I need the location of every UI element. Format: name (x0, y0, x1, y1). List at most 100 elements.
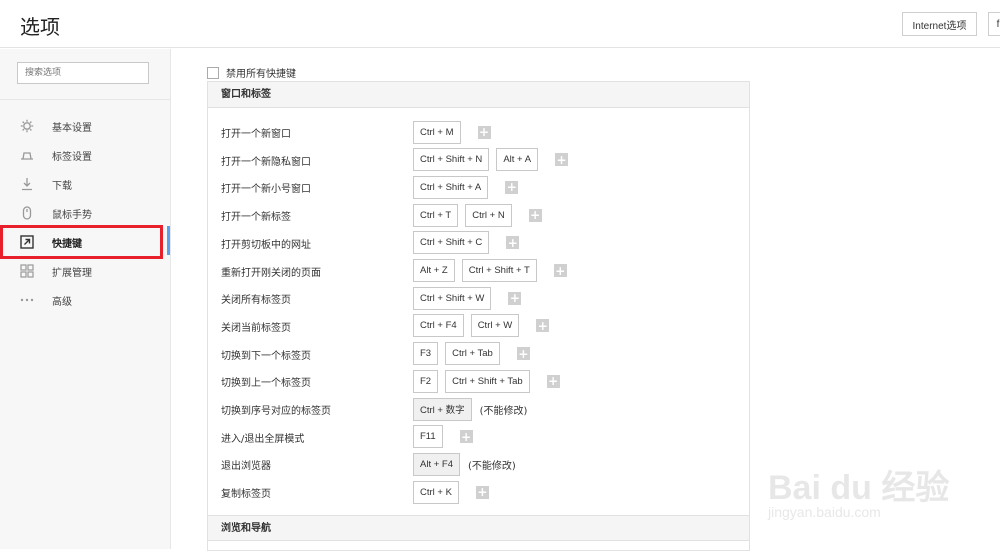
key-combo-button[interactable]: F2 (413, 369, 439, 393)
shortcut-label: 打开一个新小号窗口 (221, 184, 311, 196)
add-shortcut-button[interactable]: + (508, 291, 522, 305)
shortcut-label: 打开一个新隐私窗口 (221, 156, 311, 168)
shortcut-row: 打开一个新隐私窗口 Ctrl + Shift + N Alt + A + (208, 148, 749, 172)
watermark-text: Bai du 经验 (768, 469, 950, 507)
shortcut-row: 关闭当前标签页 Ctrl + F4 Ctrl + W + (208, 314, 749, 338)
shortcut-keys: Ctrl + Shift + W + (413, 286, 522, 310)
extensions-icon (20, 264, 34, 278)
key-combo-button: Ctrl + 数字 (413, 397, 472, 421)
shortcut-label: 切换到序号对应的标签页 (221, 406, 331, 417)
shortcut-keys: Ctrl + K + (413, 480, 489, 504)
header: 选项 Internet选项 f (0, 0, 1000, 48)
add-shortcut-button[interactable]: + (475, 485, 489, 499)
gear-icon (20, 119, 34, 133)
shortcut-row: 打开剪切板中的网址 Ctrl + Shift + C + (208, 231, 749, 255)
shortcut-keys: F2 Ctrl + Shift + Tab + (413, 369, 560, 393)
key-combo-button[interactable]: Ctrl + W (470, 314, 520, 338)
add-shortcut-button[interactable]: + (459, 430, 473, 444)
sidebar-item-label: 高级 (52, 297, 72, 308)
shortcut-row: 退出浏览器 Alt + F4 (不能修改) (208, 452, 749, 476)
shortcut-row: 重新打开刚关闭的页面 Alt + Z Ctrl + Shift + T + (208, 259, 749, 283)
key-combo-button[interactable]: Alt + Z (413, 259, 455, 282)
shortcut-label: 切换到下一个标签页 (221, 350, 311, 362)
sidebar: 基本设置 标签设置 下载 鼠标手势 快捷键 扩展管理 高级 (0, 49, 171, 549)
key-combo-button[interactable]: Ctrl + T (413, 203, 459, 227)
shortcut-row: 切换到序号对应的标签页 Ctrl + 数字 (不能修改) (208, 397, 749, 421)
shortcut-label: 退出浏览器 (221, 461, 271, 473)
section-header-window-tabs: 窗口和标签 (208, 82, 749, 108)
key-combo-button[interactable]: Ctrl + Shift + N (413, 148, 490, 172)
key-combo-button[interactable]: F3 (413, 342, 439, 366)
shortcut-row: 关闭所有标签页 Ctrl + Shift + W + (208, 286, 749, 310)
shortcut-keys: Alt + F4 (不能修改) (413, 452, 516, 476)
sidebar-item-label: 下载 (52, 181, 72, 192)
disable-all-shortcuts[interactable]: 禁用所有快捷键 (207, 65, 296, 80)
add-shortcut-button[interactable]: + (555, 153, 569, 167)
add-shortcut-button[interactable]: + (516, 347, 530, 361)
add-shortcut-button[interactable]: + (477, 125, 491, 139)
sidebar-item-label: 基本设置 (52, 123, 92, 134)
shortcut-row: 打开一个新窗口 Ctrl + M + (208, 120, 749, 144)
add-shortcut-button[interactable]: + (506, 236, 520, 250)
disable-all-checkbox[interactable] (207, 66, 219, 79)
shortcut-label: 切换到上一个标签页 (221, 378, 311, 390)
locked-note: (不能修改) (479, 405, 528, 417)
key-combo-button[interactable]: Ctrl + F4 (413, 314, 464, 338)
page-title: 选项 (20, 15, 60, 39)
shortcut-keys: Ctrl + Shift + C + (413, 231, 520, 255)
key-combo-button[interactable]: Alt + A (496, 148, 539, 172)
shortcut-label: 关闭当前标签页 (221, 322, 291, 334)
sidebar-item-label: 扩展管理 (52, 268, 92, 279)
shortcut-keys: Ctrl + Shift + A + (413, 175, 519, 199)
shortcut-keys: F3 Ctrl + Tab + (413, 342, 530, 366)
disable-all-label: 禁用所有快捷键 (226, 69, 296, 80)
download-icon (20, 177, 34, 191)
key-combo-button[interactable]: Ctrl + Shift + A (413, 175, 489, 199)
add-shortcut-button[interactable]: + (505, 180, 519, 194)
sidebar-item-basic-settings[interactable]: 基本设置 (0, 111, 170, 140)
shortcuts-panel: 窗口和标签 打开一个新窗口 Ctrl + M + 打开一个新隐私窗口 Ctrl + Sh… (207, 81, 750, 551)
search-input[interactable] (17, 62, 149, 84)
key-combo-button[interactable]: Ctrl + Shift + T (461, 259, 537, 282)
sidebar-item-extensions[interactable]: 扩展管理 (0, 256, 170, 285)
shortcut-label: 打开一个新标签 (221, 212, 291, 224)
shortcut-row: 复制标签页 Ctrl + K + (208, 480, 749, 504)
add-shortcut-button[interactable]: + (536, 319, 550, 333)
shortcut-keys: F11 + (413, 425, 473, 449)
key-combo-button[interactable]: Ctrl + Shift + Tab (445, 369, 530, 393)
sidebar-item-advanced[interactable]: 高级 (0, 285, 170, 314)
key-combo-button[interactable]: Ctrl + Shift + W (413, 286, 492, 310)
key-combo-button[interactable]: Ctrl + Tab (445, 342, 500, 366)
key-combo-button[interactable]: Ctrl + M (413, 120, 461, 144)
shortcut-keys: Ctrl + 数字 (不能修改) (413, 397, 527, 421)
add-shortcut-button[interactable]: + (553, 264, 567, 277)
shortcut-row: 打开一个新小号窗口 Ctrl + Shift + A + (208, 175, 749, 199)
active-indicator (167, 226, 170, 255)
shortcut-label: 重新打开刚关闭的页面 (221, 267, 321, 279)
add-shortcut-button[interactable]: + (546, 374, 560, 388)
add-shortcut-button[interactable]: + (528, 208, 542, 222)
sidebar-item-tab-settings[interactable]: 标签设置 (0, 140, 170, 169)
shortcut-label: 进入/退出全屏模式 (221, 433, 305, 445)
key-combo-button[interactable]: Ctrl + Shift + C (413, 231, 490, 255)
shortcut-label: 复制标签页 (221, 489, 271, 501)
key-combo-button[interactable]: Ctrl + N (465, 203, 512, 227)
key-combo-button: Alt + F4 (413, 452, 460, 476)
shortcut-row: 切换到下一个标签页 F3 Ctrl + Tab + (208, 342, 749, 366)
more-dots-icon (20, 293, 34, 307)
key-combo-button[interactable]: Ctrl + K (413, 480, 459, 504)
shortcut-keys: Ctrl + Shift + N Alt + A + (413, 148, 569, 172)
shortcut-keys: Ctrl + F4 Ctrl + W + (413, 314, 550, 338)
sidebar-item-label: 鼠标手势 (52, 210, 92, 221)
shortcut-row: 进入/退出全屏模式 F11 + (208, 425, 749, 449)
tab-icon (20, 148, 34, 162)
internet-options-button[interactable]: Internet选项 (902, 12, 977, 36)
shortcut-keys: Ctrl + T Ctrl + N + (413, 203, 542, 227)
more-button[interactable]: f (988, 12, 1000, 36)
sidebar-item-mouse-gestures[interactable]: 鼠标手势 (0, 198, 170, 227)
annotation-highlight-box (0, 225, 163, 259)
key-combo-button[interactable]: F11 (413, 425, 443, 449)
shortcut-keys: Ctrl + M + (413, 120, 491, 144)
shortcut-row: 打开一个新标签 Ctrl + T Ctrl + N + (208, 203, 749, 227)
sidebar-item-downloads[interactable]: 下载 (0, 169, 170, 198)
